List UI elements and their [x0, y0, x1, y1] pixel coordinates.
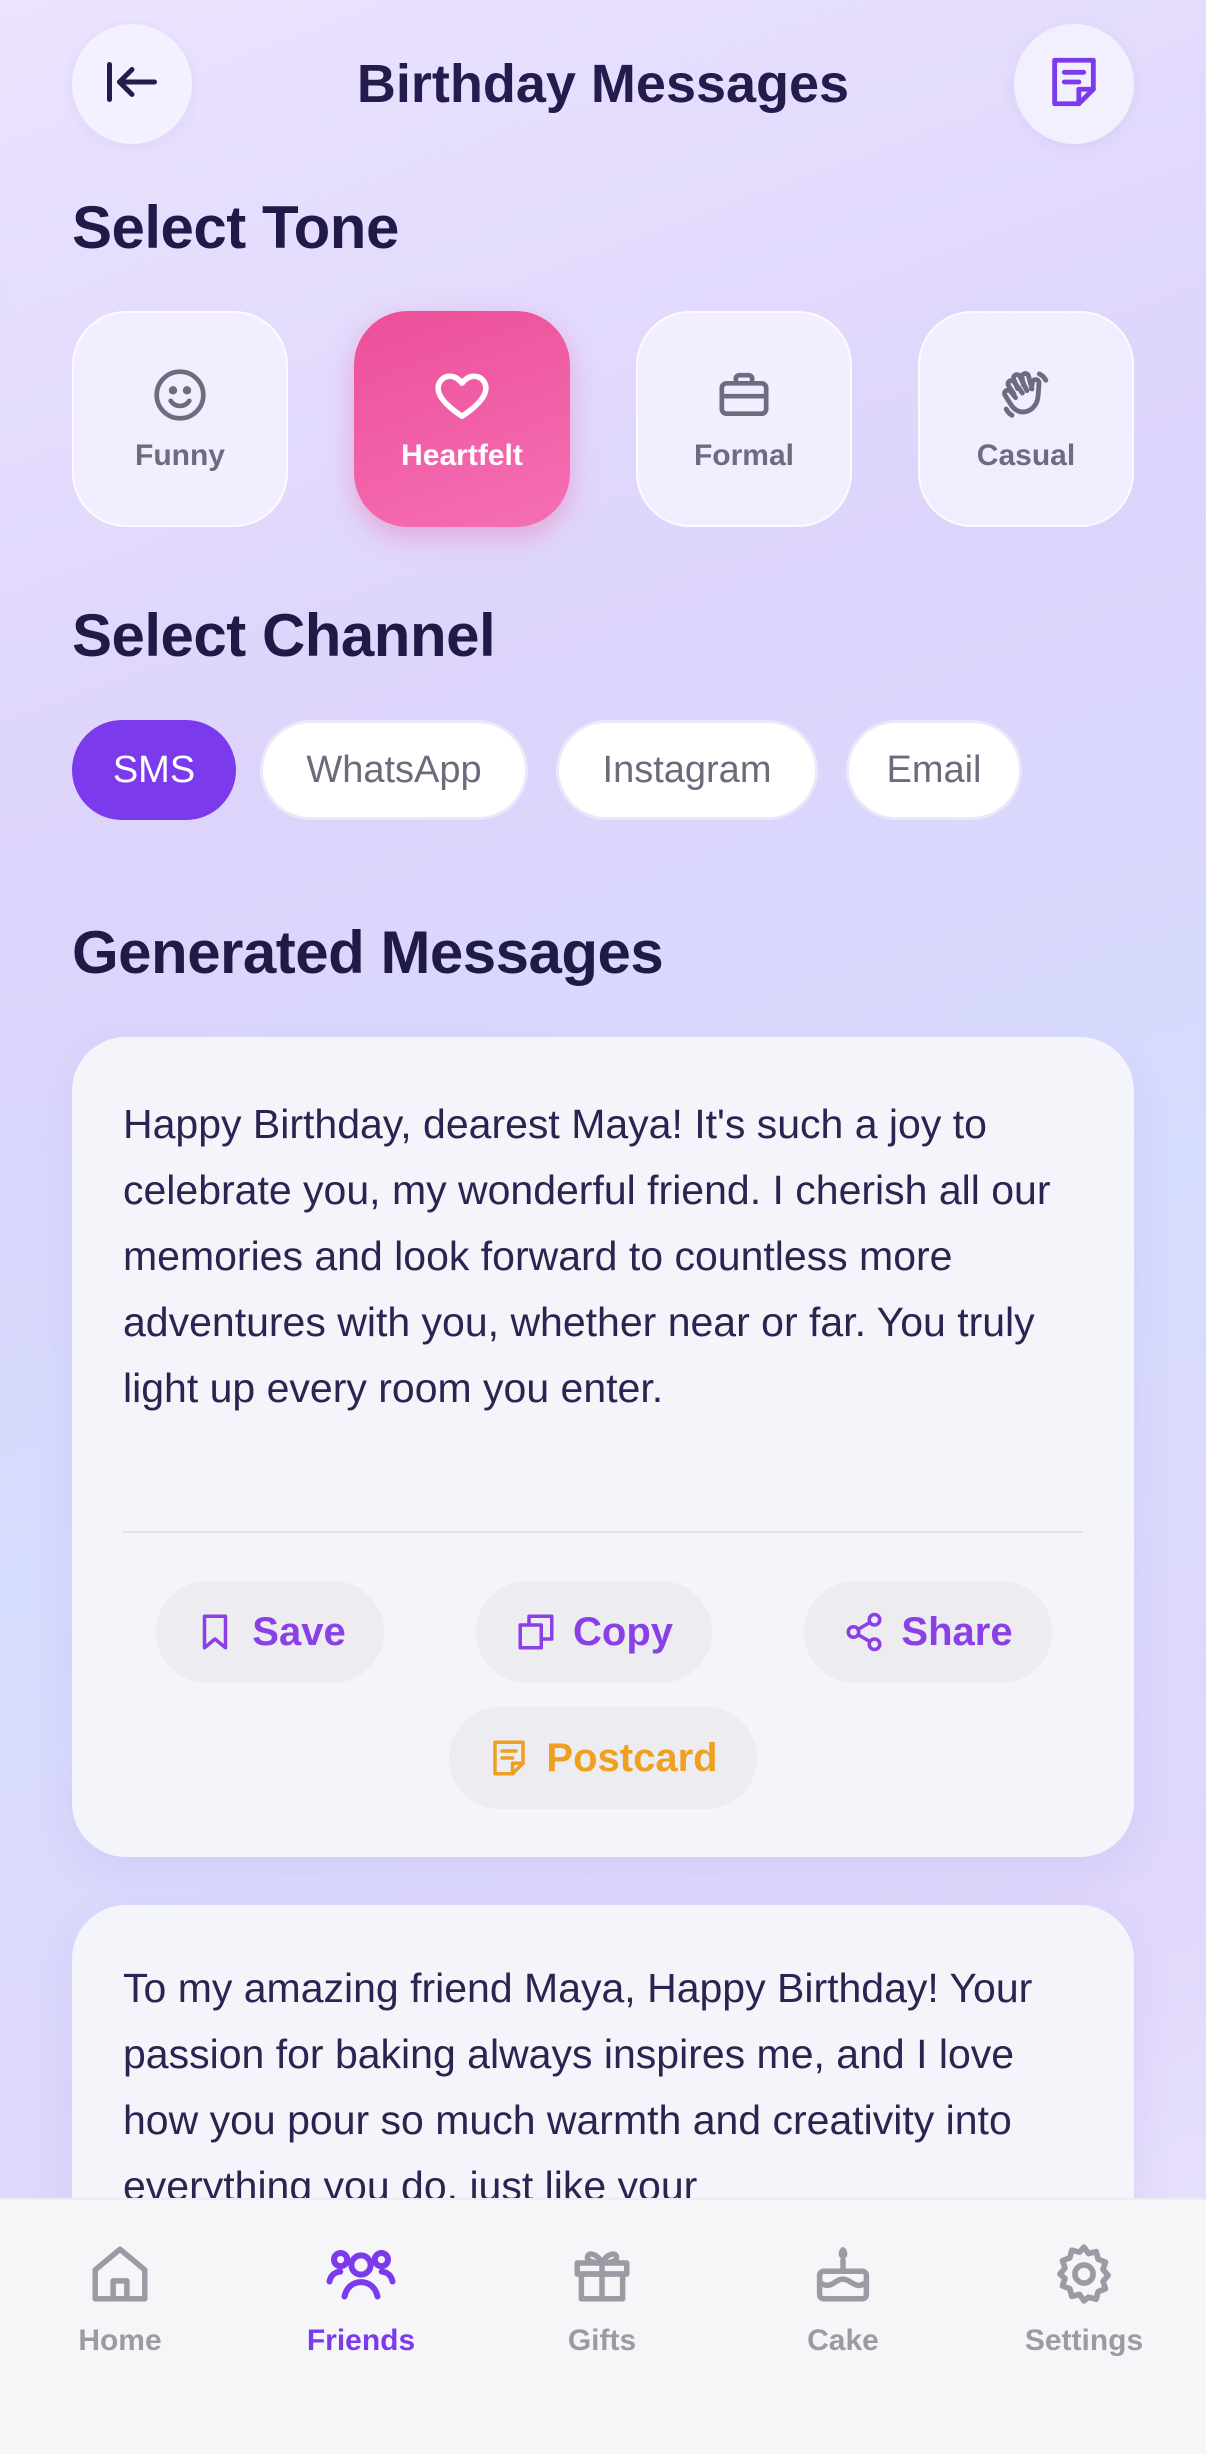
- channel-chip-sms[interactable]: SMS: [72, 720, 236, 820]
- gear-icon: [1048, 2238, 1120, 2310]
- postcard-icon: [488, 1737, 530, 1779]
- home-icon: [84, 2238, 156, 2310]
- nav-label: Gifts: [567, 2324, 637, 2357]
- waving-hand-icon: [996, 365, 1056, 425]
- bookmark-icon: [194, 1611, 236, 1653]
- cake-icon: [807, 2238, 879, 2310]
- messages-section-title: Generated Messages: [72, 919, 664, 986]
- message-card: Happy Birthday, dearest Maya! It's such …: [72, 1037, 1134, 1857]
- copy-button[interactable]: Copy: [476, 1581, 712, 1683]
- nav-label: Settings: [1024, 2324, 1144, 2357]
- tone-section-title: Select Tone: [72, 194, 399, 261]
- nav-label: Cake: [807, 2324, 879, 2357]
- copy-icon: [515, 1611, 557, 1653]
- channel-chip-instagram[interactable]: Instagram: [556, 720, 818, 820]
- tone-option-formal[interactable]: Formal: [636, 311, 852, 527]
- tone-label: Formal: [693, 439, 795, 472]
- copy-label: Copy: [573, 1609, 673, 1654]
- gift-icon: [566, 2238, 638, 2310]
- briefcase-icon: [714, 365, 774, 425]
- tone-label: Funny: [135, 439, 225, 472]
- save-label: Save: [252, 1609, 346, 1654]
- message-text: To my amazing friend Maya, Happy Birthda…: [123, 1965, 1033, 2209]
- message-text: Happy Birthday, dearest Maya! It's such …: [123, 1101, 1051, 1411]
- save-button[interactable]: Save: [156, 1581, 384, 1683]
- heart-icon: [432, 365, 492, 425]
- channel-section-title: Select Channel: [72, 602, 496, 669]
- channel-chip-email[interactable]: Email: [846, 720, 1022, 820]
- friends-icon: [325, 2238, 397, 2310]
- nav-item-home[interactable]: Home: [20, 2238, 220, 2358]
- tone-option-heartfelt[interactable]: Heartfelt: [354, 311, 570, 527]
- nav-item-cake[interactable]: Cake: [743, 2238, 943, 2358]
- nav-item-gifts[interactable]: Gifts: [502, 2238, 702, 2358]
- tone-label: Heartfelt: [401, 439, 523, 472]
- channel-chip-whatsapp[interactable]: WhatsApp: [260, 720, 528, 820]
- share-label: Share: [901, 1609, 1013, 1654]
- divider: [123, 1531, 1083, 1533]
- bottom-nav: Home Friends Gifts Cake Settings: [0, 2198, 1206, 2454]
- smile-icon: [150, 365, 210, 425]
- nav-item-settings[interactable]: Settings: [984, 2238, 1184, 2358]
- tone-option-casual[interactable]: Casual: [918, 311, 1134, 527]
- tone-selector: Funny Heartfelt Formal Casual: [72, 311, 1134, 527]
- nav-label: Friends: [306, 2324, 416, 2357]
- tone-label: Casual: [976, 439, 1076, 472]
- tone-option-funny[interactable]: Funny: [72, 311, 288, 527]
- share-button[interactable]: Share: [804, 1581, 1052, 1683]
- postcard-label: Postcard: [546, 1735, 718, 1780]
- nav-label: Home: [78, 2324, 162, 2357]
- postcard-button[interactable]: Postcard: [449, 1707, 757, 1809]
- page-title: Birthday Messages: [356, 54, 850, 114]
- note-icon: [1045, 53, 1103, 116]
- share-icon: [843, 1611, 885, 1653]
- header: Birthday Messages: [72, 24, 1134, 144]
- notes-button[interactable]: [1014, 24, 1134, 144]
- nav-item-friends[interactable]: Friends: [261, 2238, 461, 2358]
